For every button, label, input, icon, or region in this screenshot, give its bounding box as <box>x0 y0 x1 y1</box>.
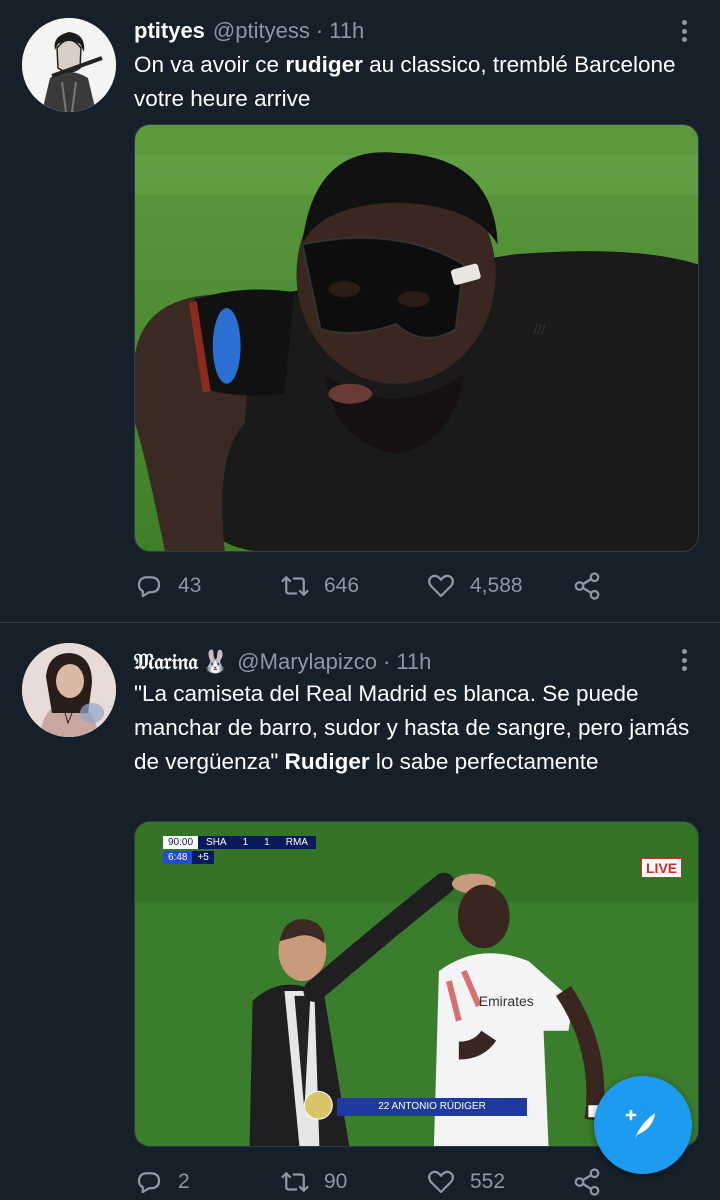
timestamp[interactable]: 11h <box>396 649 431 675</box>
retweet-icon <box>281 576 309 596</box>
text-part: lo sabe perfectamente <box>369 749 599 774</box>
share-button[interactable] <box>572 568 616 604</box>
match-clock: 90:00 <box>163 836 199 849</box>
tweet-1[interactable]: ptityes @ptityess · 11h On va avoir ce r… <box>0 0 720 622</box>
more-icon[interactable] <box>672 16 696 46</box>
text-part: On va avoir ce <box>134 52 286 77</box>
name-emoji: 🐰 <box>201 649 230 674</box>
reply-button[interactable]: 2 <box>134 1164 190 1200</box>
retweet-count: 646 <box>324 574 360 597</box>
retweet-count: 90 <box>324 1170 348 1193</box>
display-name[interactable]: ptityes <box>134 18 205 44</box>
reply-button[interactable]: 43 <box>134 568 201 604</box>
tweet-header: ptityes @ptityess · 11h <box>134 14 364 48</box>
live-badge: LIVE <box>641 858 683 878</box>
tweet-actions: 2 90 552 <box>134 1164 654 1200</box>
highlighted-keyword: rudiger <box>285 52 363 77</box>
highlighted-keyword: Rudiger <box>284 749 370 774</box>
tweet-text: On va avoir ce rudiger au classico, trem… <box>134 48 694 116</box>
player-lower-third: 22 ANTONIO RÜDIGER <box>337 1098 527 1116</box>
retweet-icon <box>281 1172 309 1192</box>
more-icon[interactable] <box>672 645 696 675</box>
like-button[interactable]: 4,588 <box>426 568 523 604</box>
compose-button[interactable] <box>594 1076 692 1174</box>
svg-text:Emirates: Emirates <box>479 993 534 1009</box>
like-icon <box>428 1170 454 1194</box>
reply-icon <box>137 576 161 598</box>
like-count: 552 <box>470 1170 506 1193</box>
reply-count: 43 <box>178 574 202 597</box>
separator: · <box>383 649 391 674</box>
display-name[interactable]: 𝔐𝔞𝔯𝔦𝔫𝔞 <box>134 649 198 675</box>
svg-text:///: /// <box>534 321 546 337</box>
user-handle[interactable]: @Marylapizco <box>237 649 377 675</box>
home-team: SHA <box>198 836 235 849</box>
like-count: 4,588 <box>470 574 523 597</box>
reply-count: 2 <box>178 1170 190 1193</box>
timestamp[interactable]: 11h <box>329 18 364 44</box>
tweet-header: 𝔐𝔞𝔯𝔦𝔫𝔞 🐰 @Marylapizco · 11h <box>134 645 431 679</box>
away-score: 1 <box>256 836 278 849</box>
added-time-clock: 6:48 <box>163 851 193 864</box>
like-icon <box>428 574 454 598</box>
away-team: RMA <box>277 836 316 849</box>
like-button[interactable]: 552 <box>426 1164 505 1200</box>
share-button[interactable] <box>572 1164 616 1200</box>
avatar[interactable] <box>22 643 116 737</box>
user-handle[interactable]: @ptityess <box>213 18 310 44</box>
home-score: 1 <box>234 836 257 849</box>
compose-icon <box>625 1109 655 1139</box>
share-icon <box>574 1168 600 1196</box>
avatar[interactable] <box>22 18 116 112</box>
reply-icon <box>137 1172 161 1194</box>
tweet-actions: 43 646 4,588 <box>134 568 654 604</box>
separator: · <box>315 18 324 43</box>
added-time: +5 <box>192 851 214 864</box>
scorebug: 90:00 SHA 1 1 RMA 6:48 +5 <box>163 836 316 864</box>
tweet-image[interactable]: /// <box>134 124 699 552</box>
share-icon <box>574 572 600 600</box>
tweet-text: "La camiseta del Real Madrid es blanca. … <box>134 677 694 779</box>
retweet-button[interactable]: 646 <box>280 568 359 604</box>
retweet-button[interactable]: 90 <box>280 1164 347 1200</box>
